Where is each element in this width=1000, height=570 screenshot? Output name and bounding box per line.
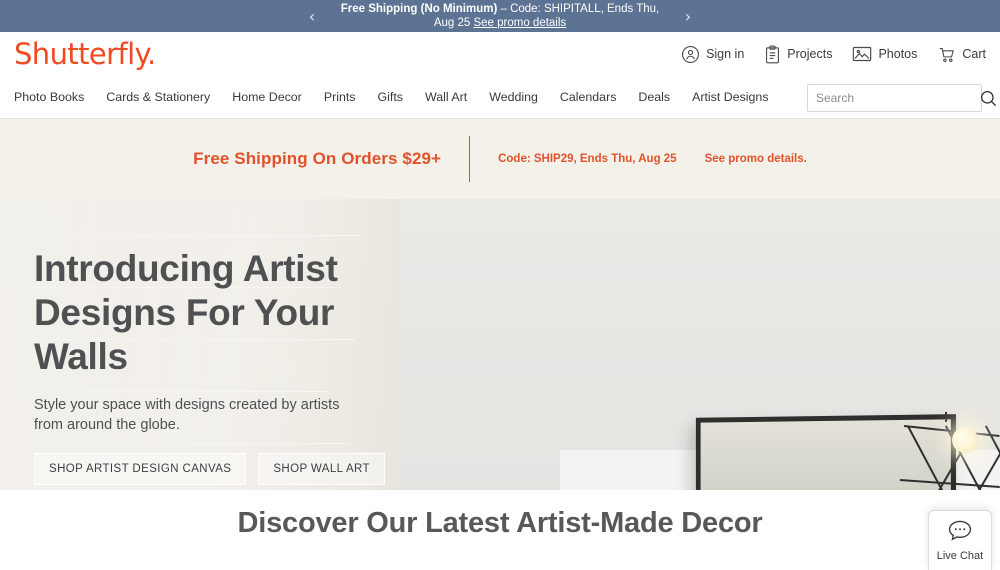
clipboard-icon	[764, 44, 781, 64]
chevron-right-icon: ›	[684, 6, 692, 26]
hero-subtitle-line-2: from around the globe.	[34, 417, 180, 433]
nav-item-deals[interactable]: Deals	[638, 90, 670, 104]
cart-label: Cart	[962, 47, 986, 61]
projects-link[interactable]: Projects	[764, 44, 833, 64]
nav-item-gifts[interactable]: Gifts	[378, 90, 403, 104]
projects-label: Projects	[787, 47, 833, 61]
top-promo-banner: ‹ Free Shipping (No Minimum) – Code: SHI…	[0, 0, 1000, 32]
hero-subtitle: Style your space with designs created by…	[34, 395, 364, 435]
nav-item-wedding[interactable]: Wedding	[489, 90, 538, 104]
cart-link[interactable]: Cart	[937, 45, 986, 64]
banner-next-arrow[interactable]: ›	[672, 0, 704, 32]
hero-button-group: SHOP ARTIST DESIGN CANVAS SHOP WALL ART	[34, 453, 385, 485]
banner-strong-text: Free Shipping (No Minimum)	[340, 3, 498, 15]
search-input[interactable]	[808, 85, 979, 111]
promo-details-link[interactable]: See promo details.	[705, 153, 807, 165]
sign-in-label: Sign in	[706, 47, 745, 61]
hero-copy: Introducing Artist Designs For Your Wall…	[34, 247, 385, 485]
nav-item-calendars[interactable]: Calendars	[560, 90, 616, 104]
hero-banner: Introducing Artist Designs For Your Wall…	[0, 199, 1000, 490]
photo-icon	[852, 45, 872, 63]
shop-artist-design-canvas-button[interactable]: SHOP ARTIST DESIGN CANVAS	[34, 453, 247, 485]
banner-prev-arrow[interactable]: ‹	[296, 0, 328, 32]
user-circle-icon	[681, 45, 700, 64]
geometric-pendant-lamp	[899, 419, 1000, 490]
chat-bubble-icon	[947, 519, 973, 546]
page-root: ‹ Free Shipping (No Minimum) – Code: SHI…	[0, 0, 1000, 570]
promo-headline: Free Shipping On Orders $29+	[193, 149, 442, 168]
banner-message: Free Shipping (No Minimum) – Code: SHIPI…	[330, 2, 670, 30]
promo-strip: Free Shipping On Orders $29+ Code: SHIP2…	[0, 119, 1000, 199]
nav-item-list: Photo Books Cards & Stationery Home Deco…	[14, 90, 769, 104]
nav-item-wall-art[interactable]: Wall Art	[425, 90, 467, 104]
site-header: Shutterfly. Sign in Projects Photos Cart	[0, 32, 1000, 76]
section-title: Discover Our Latest Artist-Made Decor	[237, 507, 763, 539]
cart-icon	[937, 45, 956, 64]
live-chat-widget[interactable]: Live Chat	[928, 510, 992, 570]
sign-in-link[interactable]: Sign in	[681, 45, 744, 64]
hero-title: Introducing Artist Designs For Your Wall…	[34, 247, 364, 379]
photos-link[interactable]: Photos	[852, 45, 917, 63]
live-chat-label: Live Chat	[936, 550, 984, 562]
light-bulb	[952, 427, 978, 453]
photos-label: Photos	[878, 47, 918, 61]
shutterfly-logo[interactable]: Shutterfly.	[14, 36, 156, 71]
chevron-left-icon: ‹	[308, 6, 316, 26]
search-icon[interactable]	[979, 89, 1000, 108]
nav-item-prints[interactable]: Prints	[324, 90, 356, 104]
header-account-links: Sign in Projects Photos Cart	[681, 32, 986, 76]
nav-item-photo-books[interactable]: Photo Books	[14, 90, 84, 104]
hero-title-line-3: Walls	[34, 336, 128, 377]
nav-item-artist-designs[interactable]: Artist Designs	[692, 90, 768, 104]
hero-subtitle-line-1: Style your space with designs created by…	[34, 397, 340, 413]
main-navigation: Photo Books Cards & Stationery Home Deco…	[0, 76, 1000, 119]
promo-divider	[469, 136, 471, 182]
logo-dot: .	[146, 36, 156, 71]
logo-text: Shutterfly	[14, 36, 148, 71]
hero-title-line-1: Introducing Artist	[34, 248, 338, 289]
nav-item-home-decor[interactable]: Home Decor	[232, 90, 302, 104]
banner-details-link[interactable]: See promo details	[473, 17, 566, 29]
search-box	[807, 84, 997, 112]
discover-section: Discover Our Latest Artist-Made Decor	[0, 490, 1000, 557]
promo-code-text: Code: SHIP29, Ends Thu, Aug 25	[498, 153, 677, 165]
hero-title-line-2: Designs For Your	[34, 292, 335, 333]
shop-wall-art-button[interactable]: SHOP WALL ART	[258, 453, 385, 485]
nav-item-cards-stationery[interactable]: Cards & Stationery	[106, 90, 210, 104]
